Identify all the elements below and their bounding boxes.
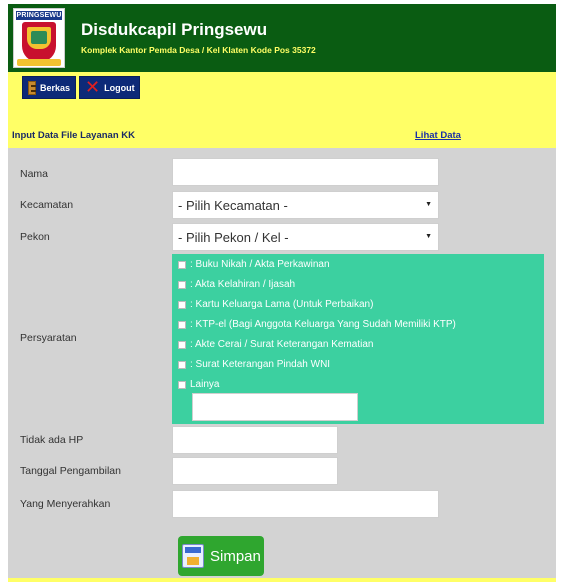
persyaratan-label: Persyaratan xyxy=(20,332,77,344)
req-label: : Kartu Keluarga Lama (Untuk Perbaikan) xyxy=(190,299,374,310)
kecamatan-selected: - Pilih Kecamatan - xyxy=(178,197,288,213)
page-title: Input Data File Layanan KK xyxy=(12,130,135,141)
site-header: PRINGSEWU Disdukcapil Pringsewu Komplek … xyxy=(8,4,556,72)
checkbox[interactable] xyxy=(178,360,186,369)
hp-input[interactable] xyxy=(172,426,338,454)
pekon-selected: - Pilih Pekon / Kel - xyxy=(178,229,289,245)
req-label: : Akta Kelahiran / Ijasah xyxy=(190,279,296,290)
lainya-input[interactable] xyxy=(192,393,358,421)
file-cabinet-icon xyxy=(28,80,36,95)
checkbox[interactable] xyxy=(178,380,186,389)
req-label: : KTP-el (Bagi Anggota Keluarga Yang Sud… xyxy=(190,319,456,330)
logo-text: PRINGSEWU xyxy=(16,11,62,20)
menyerahkan-label: Yang Menyerahkan xyxy=(20,498,111,510)
req-buku-nikah[interactable]: : Buku Nikah / Akta Perkawinan xyxy=(178,259,330,270)
kecamatan-label: Kecamatan xyxy=(20,199,74,211)
req-label: : Akte Cerai / Surat Keterangan Kematian xyxy=(190,339,374,350)
hp-label: Tidak ada HP xyxy=(20,434,84,446)
save-icon xyxy=(182,544,204,568)
req-akte-cerai[interactable]: : Akte Cerai / Surat Keterangan Kematian xyxy=(178,339,373,350)
checkbox[interactable] xyxy=(178,340,186,349)
berkas-button[interactable]: Berkas xyxy=(22,76,76,99)
dropdown-arrow-icon: ▼ xyxy=(425,201,432,208)
checkbox[interactable] xyxy=(178,300,186,309)
bottom-strip xyxy=(8,578,556,582)
req-lainya[interactable]: Lainya xyxy=(178,379,219,390)
req-kartu-keluarga[interactable]: : Kartu Keluarga Lama (Untuk Perbaikan) xyxy=(178,299,373,310)
logout-label: Logout xyxy=(104,82,135,93)
logo-shield-icon xyxy=(22,22,56,62)
req-ktp-el[interactable]: : KTP-el (Bagi Anggota Keluarga Yang Sud… xyxy=(178,319,456,330)
logo-ribbon xyxy=(17,59,61,66)
req-label: : Buku Nikah / Akta Perkawinan xyxy=(190,259,330,270)
site-title: Disdukcapil Pringsewu xyxy=(81,20,268,39)
simpan-label: Simpan xyxy=(210,547,261,565)
lihat-data-link[interactable]: Lihat Data xyxy=(415,130,461,141)
tanggal-input[interactable] xyxy=(172,457,338,485)
close-icon: ✕ xyxy=(85,76,101,98)
req-akta-kelahiran[interactable]: : Akta Kelahiran / Ijasah xyxy=(178,279,295,290)
site-subtitle: Komplek Kantor Pemda Desa / Kel Klaten K… xyxy=(81,45,316,55)
menyerahkan-input[interactable] xyxy=(172,490,439,518)
simpan-button[interactable]: Simpan xyxy=(178,536,264,576)
checkbox[interactable] xyxy=(178,320,186,329)
kecamatan-select[interactable]: - Pilih Kecamatan - ▼ xyxy=(172,191,439,219)
pekon-select[interactable]: - Pilih Pekon / Kel - ▼ xyxy=(172,223,439,251)
berkas-label: Berkas xyxy=(39,82,70,93)
req-label: Lainya xyxy=(190,379,220,390)
nama-input[interactable] xyxy=(172,158,439,186)
dropdown-arrow-icon: ▼ xyxy=(425,233,432,240)
tanggal-label: Tanggal Pengambilan xyxy=(20,465,121,477)
req-label: : Surat Keterangan Pindah WNI xyxy=(190,359,331,370)
persyaratan-box: : Buku Nikah / Akta Perkawinan : Akta Ke… xyxy=(172,254,544,424)
pringsewu-logo: PRINGSEWU xyxy=(13,8,65,68)
req-surat-pindah[interactable]: : Surat Keterangan Pindah WNI xyxy=(178,359,330,370)
pekon-label: Pekon xyxy=(20,231,50,243)
checkbox[interactable] xyxy=(178,260,186,269)
nama-label: Nama xyxy=(20,168,49,180)
checkbox[interactable] xyxy=(178,280,186,289)
logout-button[interactable]: ✕ Logout xyxy=(79,76,140,99)
